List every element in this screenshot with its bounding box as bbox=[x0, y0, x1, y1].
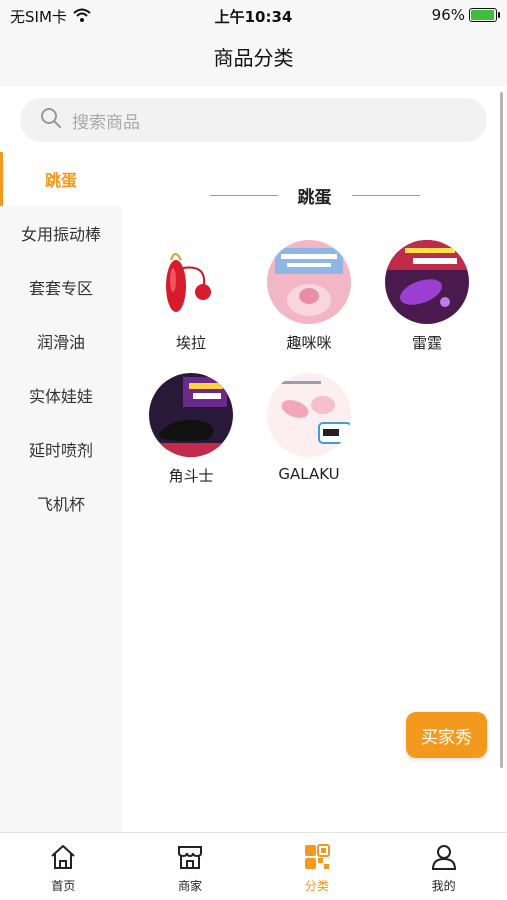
tab-label: 分类 bbox=[304, 879, 329, 893]
sidebar-item-label: 女用振动棒 bbox=[20, 225, 101, 244]
sidebar-item-label: 套套专区 bbox=[28, 279, 93, 298]
sidebar-item-label: 延时喷剂 bbox=[28, 441, 93, 460]
product-item[interactable]: GALAKU bbox=[250, 373, 368, 486]
status-bar: 无SIM卡 上午10:34 96% bbox=[0, 0, 507, 30]
sidebar-item-condoms[interactable]: 套套专区 bbox=[0, 260, 122, 314]
tab-label: 商家 bbox=[178, 879, 203, 893]
search-placeholder: 搜索商品 bbox=[72, 112, 140, 133]
battery-icon bbox=[469, 8, 500, 22]
tab-store[interactable]: 商家 bbox=[127, 833, 254, 900]
product-item[interactable]: 角斗士 bbox=[132, 373, 250, 486]
sidebar-item-lubricant[interactable]: 润滑油 bbox=[0, 314, 122, 368]
product-label: 角斗士 bbox=[168, 467, 214, 485]
product-label: 埃拉 bbox=[175, 334, 206, 352]
user-icon bbox=[430, 843, 458, 874]
sidebar-item-spray[interactable]: 延时喷剂 bbox=[0, 422, 122, 476]
page-title: 商品分类 bbox=[213, 46, 294, 70]
home-icon bbox=[49, 843, 77, 874]
product-label: 趣咪咪 bbox=[286, 334, 332, 352]
purple-product-poster-image bbox=[385, 240, 469, 324]
product-grid: 埃拉 趣咪咪 雷霆 角斗士 GALAKU bbox=[132, 240, 492, 486]
section-title: 跳蛋 bbox=[297, 187, 332, 208]
divider bbox=[209, 194, 278, 196]
sidebar-item-label: 跳蛋 bbox=[44, 171, 77, 190]
section-header: 跳蛋 bbox=[122, 182, 507, 208]
divider bbox=[351, 194, 420, 196]
tab-home[interactable]: 首页 bbox=[0, 833, 127, 900]
sidebar-item-cup[interactable]: 飞机杯 bbox=[0, 476, 122, 530]
tab-label: 我的 bbox=[431, 879, 456, 893]
sidebar-item-label: 润滑油 bbox=[36, 333, 85, 352]
search-area: 搜索商品 bbox=[0, 86, 507, 152]
battery-percent: 96% bbox=[431, 6, 465, 24]
product-label: GALAKU bbox=[278, 465, 340, 483]
product-label: 雷霆 bbox=[411, 334, 442, 352]
category-grid-icon bbox=[303, 843, 331, 874]
sidebar-item-tiaodan[interactable]: 跳蛋 bbox=[0, 152, 122, 206]
nav-bar: 商品分类 bbox=[0, 30, 507, 86]
tab-profile[interactable]: 我的 bbox=[380, 833, 507, 900]
tab-label: 首页 bbox=[51, 879, 76, 893]
black-product-poster-image bbox=[149, 373, 233, 457]
pink-product-poster-image bbox=[267, 240, 351, 324]
sidebar-item-label: 实体娃娃 bbox=[28, 387, 93, 406]
product-item[interactable]: 埃拉 bbox=[132, 240, 250, 353]
red-egg-product-image bbox=[149, 240, 233, 324]
status-right: 96% bbox=[431, 6, 500, 24]
pink-egg-poster-image bbox=[267, 373, 351, 457]
search-input[interactable]: 搜索商品 bbox=[20, 98, 487, 142]
store-icon bbox=[176, 843, 204, 874]
sidebar-item-label: 飞机杯 bbox=[36, 495, 85, 514]
tab-bar: 首页 商家 分类 我的 bbox=[0, 832, 507, 900]
product-item[interactable]: 趣咪咪 bbox=[250, 240, 368, 353]
scrollbar[interactable] bbox=[500, 92, 503, 768]
search-icon bbox=[40, 107, 62, 133]
tab-category[interactable]: 分类 bbox=[254, 833, 381, 900]
sidebar-item-dolls[interactable]: 实体娃娃 bbox=[0, 368, 122, 422]
buyer-show-button[interactable]: 买家秀 bbox=[406, 712, 487, 758]
sidebar-item-vibrator[interactable]: 女用振动棒 bbox=[0, 206, 122, 260]
category-sidebar: 跳蛋 女用振动棒 套套专区 润滑油 实体娃娃 延时喷剂 飞机杯 bbox=[0, 152, 122, 832]
product-item[interactable]: 雷霆 bbox=[368, 240, 486, 353]
